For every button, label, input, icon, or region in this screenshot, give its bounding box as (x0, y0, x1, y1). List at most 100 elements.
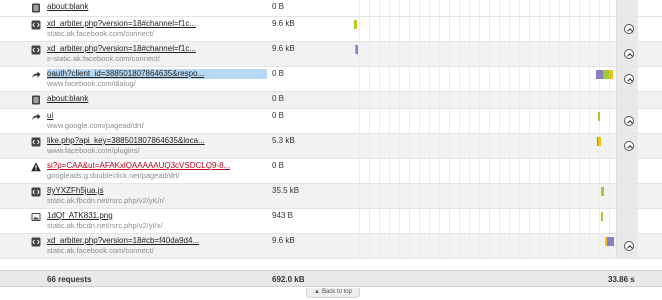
timing-segment (601, 212, 603, 221)
request-name-cell: xd_arbiter.php?version=18#cb=f40da9d4...… (47, 236, 267, 256)
request-url-link[interactable]: xd_arbiter.php?version=18#channel=f1c... (47, 44, 267, 54)
request-url-link[interactable]: about:blank (47, 2, 267, 12)
request-domain: static.ak.fbcdn.net/rsrc.php/v2/yK/r/ (47, 196, 165, 205)
table-row[interactable]: ui www.google.com/pagead/drt/0 B (0, 109, 662, 134)
timing-segment (607, 237, 614, 246)
request-size: 943 B (272, 211, 293, 220)
redirect-icon (31, 112, 41, 122)
back-to-top-button[interactable]: ▲ Back to top (306, 288, 360, 298)
timing-segment (598, 137, 601, 146)
timing-bar[interactable] (354, 20, 357, 29)
redirect-icon (31, 70, 41, 80)
timeline-cell (350, 184, 616, 208)
timing-segment (596, 70, 603, 79)
request-url-link[interactable]: si?p=CAA&ut=AFAKxlQAAAAAUQ3cVSDCLQ9-8... (47, 161, 267, 171)
script-icon (31, 45, 41, 55)
back-to-top-label: Back to top (321, 289, 352, 295)
timing-segment (609, 70, 613, 79)
timing-bar[interactable] (355, 45, 358, 54)
request-name-cell: ui www.google.com/pagead/drt/ (47, 111, 267, 131)
network-request-table: about:blank 0 B xd_arbiter.php?version=18#… (0, 0, 662, 259)
request-url-link[interactable]: about:blank (47, 94, 267, 104)
request-domain: www.facebook.com/dialog/ (47, 79, 136, 88)
request-name-cell: xd_arbiter.php?version=18#channel=f1c...… (47, 44, 267, 64)
timeline-cell (350, 42, 616, 66)
request-name-cell: about:blank (47, 94, 267, 104)
row-expander-column (616, 159, 638, 183)
timeline-cell (350, 159, 616, 183)
table-row[interactable]: about:blank 0 B (0, 92, 662, 109)
table-row[interactable]: 1dQf_ATK831.png static.ak.fbcdn.net/rsrc.… (0, 209, 662, 234)
table-row[interactable]: si?p=CAA&ut=AFAKxlQAAAAAUQ3cVSDCLQ9-8...… (0, 159, 662, 184)
request-domain: static.ak.facebook.com/connect/ (47, 246, 154, 255)
timing-bar[interactable] (605, 237, 614, 246)
script-icon (31, 20, 41, 30)
timeline-cell (350, 17, 616, 41)
table-row[interactable]: oauth?client_id=388501807864635&respo...… (0, 67, 662, 92)
request-name-cell: 1dQf_ATK831.png static.ak.fbcdn.net/rsrc.… (47, 211, 267, 231)
script-icon (31, 187, 41, 197)
timing-bar[interactable] (601, 212, 603, 221)
request-size: 0 B (272, 161, 285, 170)
request-count: 66 requests (47, 275, 92, 284)
request-size: 5.3 kB (272, 136, 295, 145)
summary-row: 66 requests 692.0 kB 33.86 s (0, 270, 662, 287)
expand-row-chevron-icon[interactable] (624, 241, 634, 251)
request-name-cell: like.php?api_key=388501807864635&loca...… (47, 136, 267, 156)
warning-icon (31, 162, 41, 172)
table-row[interactable]: xd_arbiter.php?version=18#cb=f40da9d4...… (0, 234, 662, 259)
expand-row-chevron-icon[interactable] (624, 116, 634, 126)
total-size: 692.0 kB (272, 275, 305, 284)
document-icon (31, 95, 41, 105)
table-row[interactable]: about:blank 0 B (0, 0, 662, 17)
request-size: 0 B (272, 94, 285, 103)
request-name-cell: xd_arbiter.php?version=18#channel=f1c...… (47, 19, 267, 39)
timing-segment (356, 45, 358, 54)
request-url-link[interactable]: ui (47, 111, 267, 121)
expand-row-chevron-icon[interactable] (624, 141, 634, 151)
request-name-cell: 8yYXZFh5jua.js static.ak.fbcdn.net/rsrc.p… (47, 186, 267, 206)
request-size: 9.6 kB (272, 19, 295, 28)
arrow-up-icon: ▲ (314, 289, 320, 295)
table-row[interactable]: like.php?api_key=388501807864635&loca...… (0, 134, 662, 159)
timing-bar[interactable] (598, 112, 600, 121)
request-domain: www.facebook.com/plugins/ (47, 146, 140, 155)
total-time: 33.86 s (608, 275, 635, 284)
request-size: 0 B (272, 111, 285, 120)
table-row[interactable]: xd_arbiter.php?version=18#channel=f1c...… (0, 17, 662, 42)
table-row[interactable]: xd_arbiter.php?version=18#channel=f1c...… (0, 42, 662, 67)
timing-segment (601, 187, 604, 196)
expand-row-chevron-icon[interactable] (624, 24, 634, 34)
timeline-cell (350, 67, 616, 91)
timeline-cell (350, 209, 616, 233)
request-domain: static.ak.facebook.com/connect/ (47, 29, 154, 38)
script-icon (31, 237, 41, 247)
request-size: 35.5 kB (272, 186, 300, 195)
expand-row-chevron-icon[interactable] (624, 49, 634, 59)
timeline-cell (350, 109, 616, 133)
request-domain: s-static.ak.facebook.com/connect/ (47, 54, 160, 63)
request-url-link[interactable]: like.php?api_key=388501807864635&loca... (47, 136, 267, 146)
timing-segment (356, 20, 357, 29)
timeline-cell (350, 234, 616, 258)
row-expander-column (616, 184, 638, 208)
timeline-cell (350, 134, 616, 158)
request-url-link[interactable]: xd_arbiter.php?version=18#cb=f40da9d4... (47, 236, 267, 246)
timing-bar[interactable] (596, 70, 613, 79)
request-domain: static.ak.fbcdn.net/rsrc.php/v2/yI/x/ (47, 221, 163, 230)
request-name-cell: oauth?client_id=388501807864635&respo...… (47, 69, 267, 89)
timing-bar[interactable] (597, 137, 601, 146)
row-expander-column (616, 209, 638, 233)
request-size: 0 B (272, 69, 285, 78)
request-size: 0 B (272, 2, 285, 11)
table-row[interactable]: 8yYXZFh5jua.js static.ak.fbcdn.net/rsrc.p… (0, 184, 662, 209)
timing-bar[interactable] (601, 187, 604, 196)
request-name-cell: about:blank (47, 2, 267, 12)
expand-row-chevron-icon[interactable] (624, 74, 634, 84)
request-url-link[interactable]: xd_arbiter.php?version=18#channel=f1c... (47, 19, 267, 29)
request-size: 9.6 kB (272, 236, 295, 245)
request-url-link[interactable]: 1dQf_ATK831.png (47, 211, 267, 221)
request-name-cell: si?p=CAA&ut=AFAKxlQAAAAAUQ3cVSDCLQ9-8...… (47, 161, 267, 181)
request-url-link[interactable]: 8yYXZFh5jua.js (47, 186, 267, 196)
request-url-link[interactable]: oauth?client_id=388501807864635&respo... (47, 69, 267, 79)
